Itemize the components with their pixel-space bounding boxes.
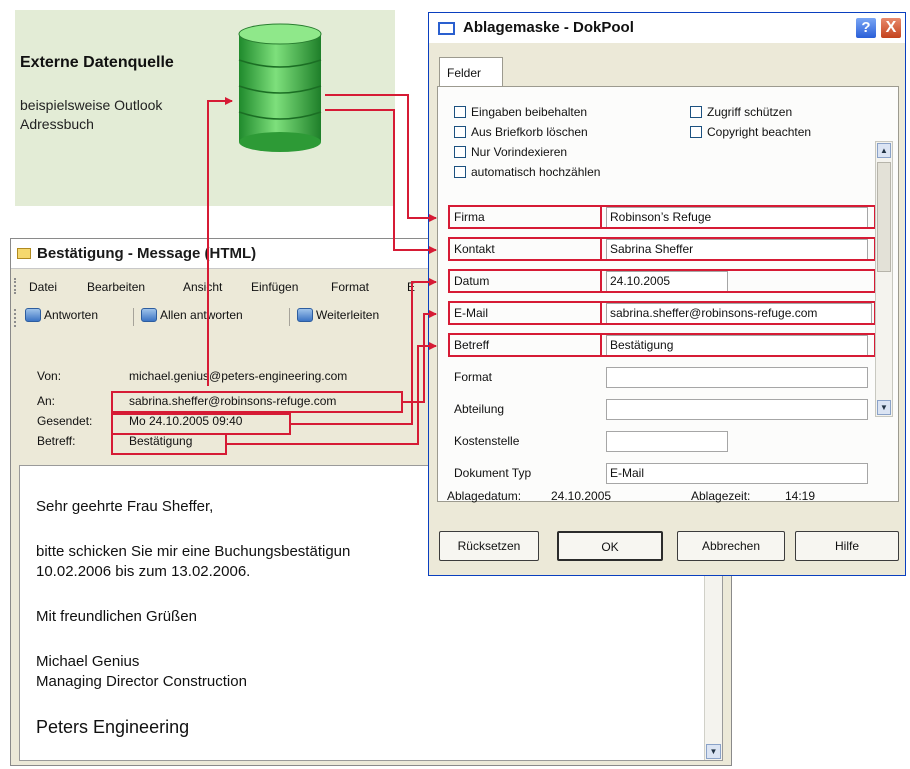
connector-betreff: [226, 342, 437, 445]
connector-from-database: [207, 97, 233, 386]
sent-highlight-box: [111, 413, 291, 435]
to-highlight-box: [111, 391, 403, 413]
subject-highlight-box: [111, 433, 227, 455]
connector-kontakt: [325, 109, 437, 254]
connector-firma: [325, 94, 437, 222]
mapping-connectors: [111, 94, 437, 455]
